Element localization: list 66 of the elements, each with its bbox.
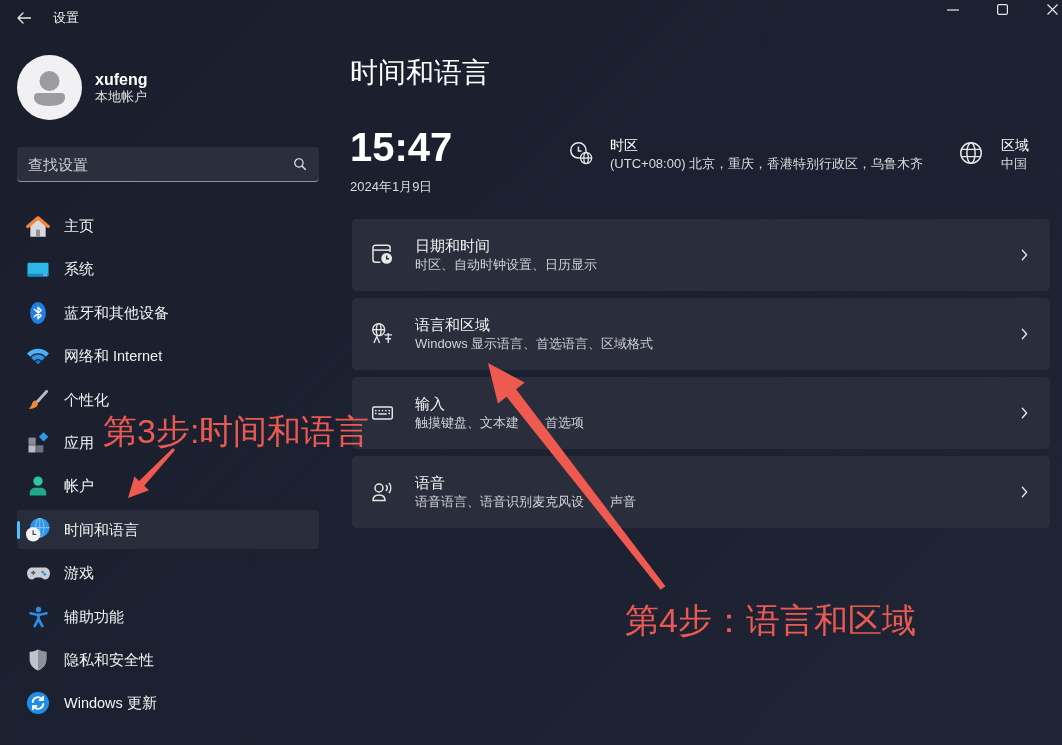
- nav-item[interactable]: 帐户: [25, 474, 94, 499]
- current-time: 15:47: [350, 127, 454, 168]
- region-value: 中国: [1001, 155, 1028, 174]
- minimize-icon: [947, 8, 959, 11]
- maximize-icon: [997, 4, 1008, 15]
- window-title: 设置: [53, 9, 79, 27]
- card-description: 时区、自动时钟设置、日历显示: [415, 255, 597, 274]
- chevron-right-icon: [1021, 327, 1028, 340]
- region-label: 区域: [1001, 136, 1029, 155]
- nav-item[interactable]: 应用: [25, 430, 94, 455]
- time-zone-value: (UTC+08:00) 北京，重庆，香港特别行政区，乌鲁木齐: [610, 155, 924, 174]
- nav-item[interactable]: 网络和 Internet: [25, 344, 163, 369]
- globe-icon: [372, 323, 393, 345]
- speaking-person-icon: [372, 481, 393, 502]
- nav-item[interactable]: 游戏: [25, 561, 94, 586]
- house-icon: [26, 215, 50, 237]
- search-field[interactable]: 查找设置: [17, 147, 319, 182]
- globe-icon: [960, 141, 982, 164]
- paintbrush-icon: [28, 389, 48, 410]
- shield-icon: [29, 648, 47, 671]
- nav-item[interactable]: 隐私和安全性: [25, 647, 154, 672]
- chevron-right-icon: [1021, 406, 1028, 419]
- globe-clock-icon: [26, 517, 50, 542]
- nav-item[interactable]: 个性化: [25, 387, 109, 412]
- card-description: 声音: [610, 492, 636, 511]
- monitor-icon: [27, 261, 49, 277]
- card-description: 语音语言、语音识别麦克风设: [415, 492, 584, 511]
- card-title: 语音: [415, 473, 445, 493]
- annotation-arrow: [128, 448, 176, 498]
- card-description: 首选项: [545, 413, 584, 432]
- close-icon: [1047, 4, 1058, 15]
- nav-item[interactable]: Windows 更新: [25, 691, 157, 716]
- keyboard-icon: [372, 405, 393, 420]
- nav-item[interactable]: 蓝牙和其他设备: [25, 300, 169, 325]
- gamepad-icon: [26, 566, 50, 580]
- card-description: 触摸键盘、文本建: [415, 413, 519, 432]
- time-zone-label: 时区: [610, 136, 639, 155]
- settings-card[interactable]: 日期和时间 时区、自动时钟设置、日历显示: [352, 219, 1050, 291]
- person-icon: [29, 476, 47, 497]
- account-type: 本地帐户: [95, 88, 148, 106]
- accessibility-icon: [28, 605, 48, 628]
- annotation-text: 第4步：语言和区域: [625, 600, 916, 641]
- sync-icon: [27, 692, 49, 715]
- clock-globe-icon: [570, 141, 593, 165]
- current-date: 2024年1月9日: [350, 179, 434, 196]
- apps-icon: [27, 432, 49, 454]
- avatar-icon: [17, 55, 82, 120]
- chevron-right-icon: [1021, 248, 1028, 261]
- card-title: 语言和区域: [415, 315, 490, 335]
- card-title: 日期和时间: [415, 236, 490, 256]
- card-title: 输入: [415, 394, 445, 414]
- settings-card[interactable]: 语言和区域 Windows 显示语言、首选语言、区域格式: [352, 298, 1050, 370]
- search-icon[interactable]: [294, 158, 306, 170]
- nav-item[interactable]: 主页: [25, 214, 94, 238]
- nav-item[interactable]: 系统: [25, 257, 94, 282]
- account-name: xufeng: [95, 69, 148, 89]
- chevron-right-icon: [1021, 485, 1028, 498]
- page-title: 时间和语言: [350, 56, 491, 90]
- card-description: Windows 显示语言、首选语言、区域格式: [415, 334, 654, 353]
- bluetooth-icon: [30, 301, 46, 324]
- nav-item[interactable]: 时间和语言: [17, 510, 319, 550]
- nav-item[interactable]: 辅助功能: [25, 604, 124, 629]
- settings-card[interactable]: 语音 语音语言、语音识别麦克风设 声音: [352, 456, 1050, 528]
- arrow-left-icon: [17, 12, 31, 24]
- wifi-icon: [27, 347, 49, 365]
- calendar-clock-icon: [372, 244, 393, 266]
